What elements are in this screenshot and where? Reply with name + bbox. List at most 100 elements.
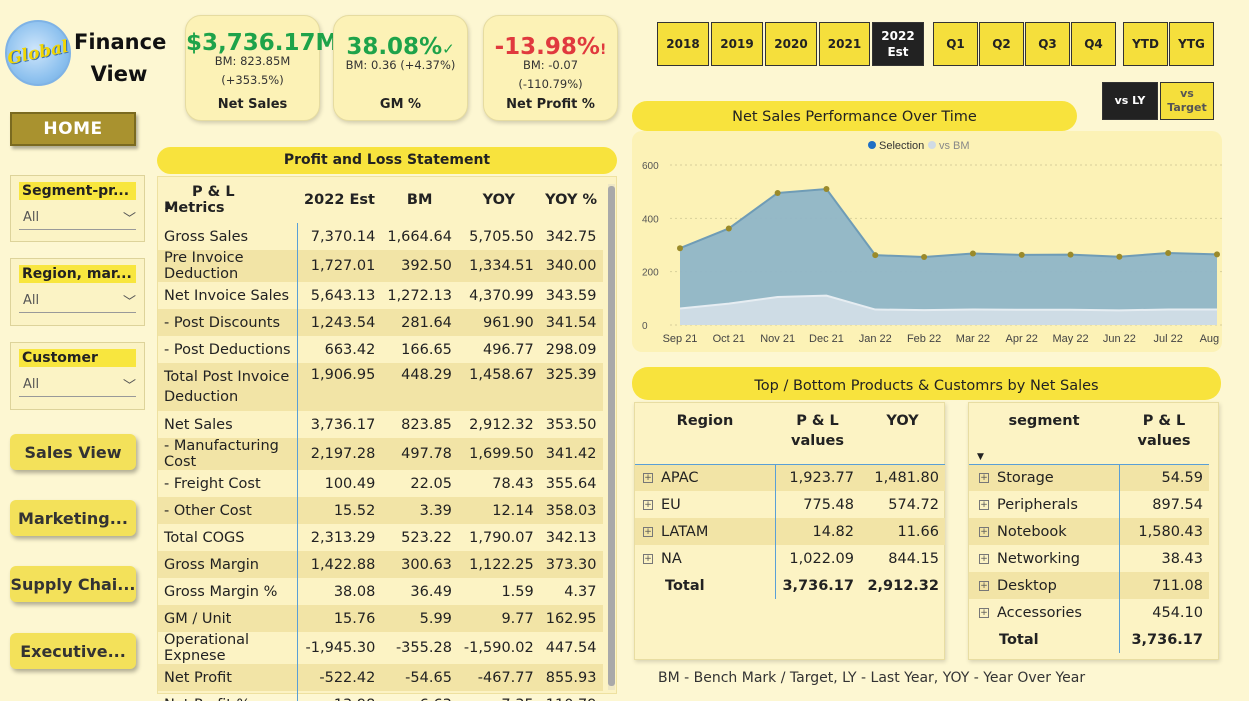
year-2022-est-button[interactable]: 2022 Est — [872, 22, 924, 66]
pl-row[interactable]: Net Profit -522.42 -54.65 -467.77 855.93 — [158, 664, 603, 691]
segment-row[interactable]: + Networking 38.43 — [969, 545, 1209, 572]
nav-supply-chain-button[interactable]: Supply Chai... — [10, 566, 136, 602]
expand-icon[interactable]: + — [979, 526, 989, 537]
total-label: Total — [969, 626, 1120, 653]
year-2019-button[interactable]: 2019 — [711, 22, 763, 66]
expand-icon[interactable]: + — [979, 499, 989, 510]
x-tick-label: Dec 21 — [809, 333, 844, 345]
quarter-q2-button[interactable]: Q2 — [979, 22, 1024, 66]
slicer-dropdown[interactable]: All ﹀ — [19, 373, 136, 397]
slicer-value: All — [23, 293, 40, 308]
vs-target-button[interactable]: vs Target — [1160, 82, 1214, 120]
segment-row[interactable]: + Desktop 711.08 — [969, 572, 1209, 599]
segment-value-cell: 38.43 — [1161, 550, 1203, 567]
segment-row[interactable]: + Storage 54.59 — [969, 464, 1209, 491]
vs-ly-button[interactable]: vs LY — [1102, 82, 1158, 120]
pl-row[interactable]: Total COGS 2,313.29 523.22 1,790.07 342.13 — [158, 524, 603, 551]
segment-cell: + Storage — [969, 464, 1120, 491]
expand-icon[interactable]: + — [643, 499, 653, 510]
segment-row[interactable]: + Notebook 1,580.43 — [969, 518, 1209, 545]
expand-icon[interactable]: + — [643, 526, 653, 537]
segment-row[interactable]: + Peripherals 897.54 — [969, 491, 1209, 518]
expand-icon[interactable]: + — [979, 553, 989, 564]
pl-row[interactable]: Pre Invoice Deduction 1,727.01 392.50 1,334… — [158, 250, 603, 282]
segment-cell: + Notebook — [969, 518, 1120, 545]
pl-value-cell: 341.42 — [539, 438, 603, 470]
slicer-segment[interactable]: Segment-pr... All ﹀ — [10, 175, 145, 242]
slicer-dropdown[interactable]: All ﹀ — [19, 206, 136, 230]
pl-value-cell: 4.37 — [564, 583, 597, 600]
pl-row[interactable]: - Post Deductions 663.42 166.65 496.77 298.0… — [158, 336, 603, 363]
slicer-region[interactable]: Region, mar... All ﹀ — [10, 258, 145, 326]
ytg-button[interactable]: YTG — [1169, 22, 1214, 66]
kpi-label: GM % — [379, 97, 422, 112]
region-row[interactable]: + EU 775.48 574.72 — [635, 491, 945, 518]
scrollbar-thumb[interactable] — [608, 186, 615, 686]
expand-icon[interactable]: + — [979, 472, 989, 483]
ytd-button[interactable]: YTD — [1123, 22, 1168, 66]
segment-row[interactable]: + Accessories 454.10 — [969, 599, 1209, 626]
pl-metric-cell: - Freight Cost — [158, 470, 299, 497]
nav-marketing-button[interactable]: Marketing... — [10, 500, 136, 536]
expand-icon[interactable]: + — [643, 553, 653, 564]
expand-icon[interactable]: + — [979, 580, 989, 591]
pl-row[interactable]: Gross Margin % 38.08 36.49 1.59 4.37 — [158, 578, 603, 605]
chevron-down-icon: ﹀ — [122, 379, 136, 394]
pl-row[interactable]: GM / Unit 15.76 5.99 9.77 162.95 — [158, 605, 603, 632]
pl-header-yoy[interactable]: YOY — [458, 177, 540, 223]
pl-header-metrics[interactable]: ▲ P & L Metrics — [158, 177, 298, 223]
region-header[interactable]: Region — [635, 403, 775, 464]
nav-sales-view-button[interactable]: Sales View — [10, 434, 136, 470]
pl-value-cell: 823.85 — [401, 416, 452, 433]
pl-row[interactable]: Gross Margin 1,422.88 300.63 1,122.25 373.30 — [158, 551, 603, 578]
pl-value-cell: 325.39 — [539, 363, 603, 411]
year-2021-button[interactable]: 2021 — [819, 22, 870, 66]
pl-row[interactable]: Net Sales 3,736.17 823.85 2,912.32 353.50 — [158, 411, 603, 438]
pl-row[interactable]: - Other Cost 15.52 3.39 12.14 358.03 — [158, 497, 603, 524]
pl-row[interactable]: - Post Discounts 1,243.54 281.64 961.90 341.… — [158, 309, 603, 336]
pl-metric-cell: Net Sales — [158, 411, 299, 438]
pl-value-cell: 9.77 — [457, 605, 540, 632]
pl-row[interactable]: Operational Expnese -1,945.30 -355.28 -1,59… — [158, 632, 603, 664]
segment-cell: + Networking — [969, 545, 1120, 572]
quarter-q4-button[interactable]: Q4 — [1071, 22, 1116, 66]
slicer-customer[interactable]: Customer All ﹀ — [10, 342, 145, 410]
x-tick-label: Sep 21 — [663, 333, 698, 345]
pl-value-cell: 1,243.54 — [297, 309, 382, 336]
region-row[interactable]: + NA 1,022.09 844.15 — [635, 545, 945, 572]
pl-header-yoy-pct[interactable]: YOY % — [540, 177, 603, 223]
region-row[interactable]: + APAC 1,923.77 1,481.80 — [635, 464, 945, 491]
pl-value-cell: 38.08 — [333, 583, 376, 600]
region-row[interactable]: + LATAM 14.82 11.66 — [635, 518, 945, 545]
region-yoy-header[interactable]: YOY — [860, 403, 945, 464]
pl-header-bm[interactable]: BM — [381, 177, 458, 223]
nav-executive-button[interactable]: Executive... — [10, 633, 136, 669]
year-2020-button[interactable]: 2020 — [765, 22, 817, 66]
pl-row[interactable]: Total Post Invoice Deduction 1,906.95 448.… — [158, 363, 603, 411]
expand-icon[interactable]: + — [979, 607, 989, 618]
expand-icon[interactable]: + — [643, 472, 653, 483]
year-2018-button[interactable]: 2018 — [657, 22, 709, 66]
quarter-q1-button[interactable]: Q1 — [933, 22, 978, 66]
pl-row[interactable]: Gross Sales 7,370.14 1,664.64 5,705.50 342.7… — [158, 223, 603, 250]
pl-row[interactable]: - Manufacturing Cost 2,197.28 497.78 1,699.… — [158, 438, 603, 470]
pl-header-est[interactable]: 2022 Est — [298, 177, 382, 223]
segment-cell: + Peripherals — [969, 491, 1120, 518]
pl-row[interactable]: Net Invoice Sales 5,643.13 1,272.13 4,370.9… — [158, 282, 603, 309]
region-pl-values-header[interactable]: P & L values — [775, 403, 860, 464]
pl-table: ▲ P & L Metrics 2022 Est BM YOY YOY % Gro… — [158, 177, 603, 701]
x-tick-label: Jul 22 — [1154, 333, 1183, 345]
segment-label: Notebook — [997, 523, 1067, 540]
pl-row[interactable]: Net Profit %-13.98-6.63-7.35110.79 — [158, 691, 603, 701]
segment-pl-values-header[interactable]: P & L values — [1119, 403, 1209, 464]
slicer-dropdown[interactable]: All ﹀ — [19, 289, 136, 313]
segment-value-cell: 454.10 — [1152, 604, 1203, 621]
quarter-q3-button[interactable]: Q3 — [1025, 22, 1070, 66]
pl-metric-cell: Gross Margin — [158, 551, 299, 578]
pl-metric-cell: - Post Discounts — [158, 309, 299, 336]
home-button[interactable]: HOME — [10, 112, 136, 146]
segment-header[interactable]: segment ▼ — [969, 403, 1119, 464]
segment-label: Networking — [997, 550, 1080, 567]
pl-row[interactable]: - Freight Cost 100.49 22.05 78.43 355.64 — [158, 470, 603, 497]
pl-scrollbar[interactable] — [608, 184, 615, 690]
